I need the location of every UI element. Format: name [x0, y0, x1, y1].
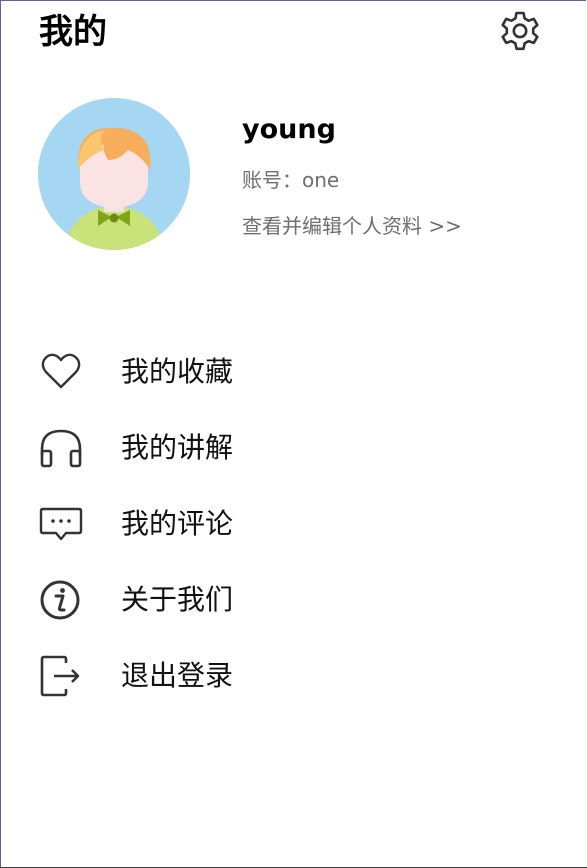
edit-profile-link[interactable]: 查看并编辑个人资料 >> [242, 212, 462, 240]
headphones-icon [40, 429, 82, 468]
settings-button[interactable] [496, 8, 544, 56]
page-title: 我的 [39, 12, 107, 52]
menu-item-favorites[interactable]: 我的收藏 [0, 334, 587, 410]
logout-icon [40, 655, 80, 697]
menu-label: 退出登录 [121, 659, 234, 692]
menu-item-explanations[interactable]: 我的讲解 [0, 410, 587, 486]
cartoon-boy-avatar-icon [38, 98, 190, 250]
menu-item-comments[interactable]: 我的评论 [0, 486, 587, 562]
menu-label: 我的收藏 [121, 355, 234, 388]
avatar[interactable] [38, 98, 190, 250]
menu-label: 我的讲解 [121, 431, 234, 464]
menu-label: 我的评论 [121, 507, 234, 540]
username: young [242, 114, 336, 145]
gear-icon [501, 11, 539, 51]
menu-item-about[interactable]: 关于我们 [0, 562, 587, 638]
account-id: 账号：one [242, 168, 340, 192]
menu-label: 关于我们 [121, 583, 234, 616]
comment-icon [39, 507, 83, 541]
menu-item-logout[interactable]: 退出登录 [0, 638, 587, 714]
heart-icon [41, 353, 81, 389]
info-icon [40, 580, 80, 620]
